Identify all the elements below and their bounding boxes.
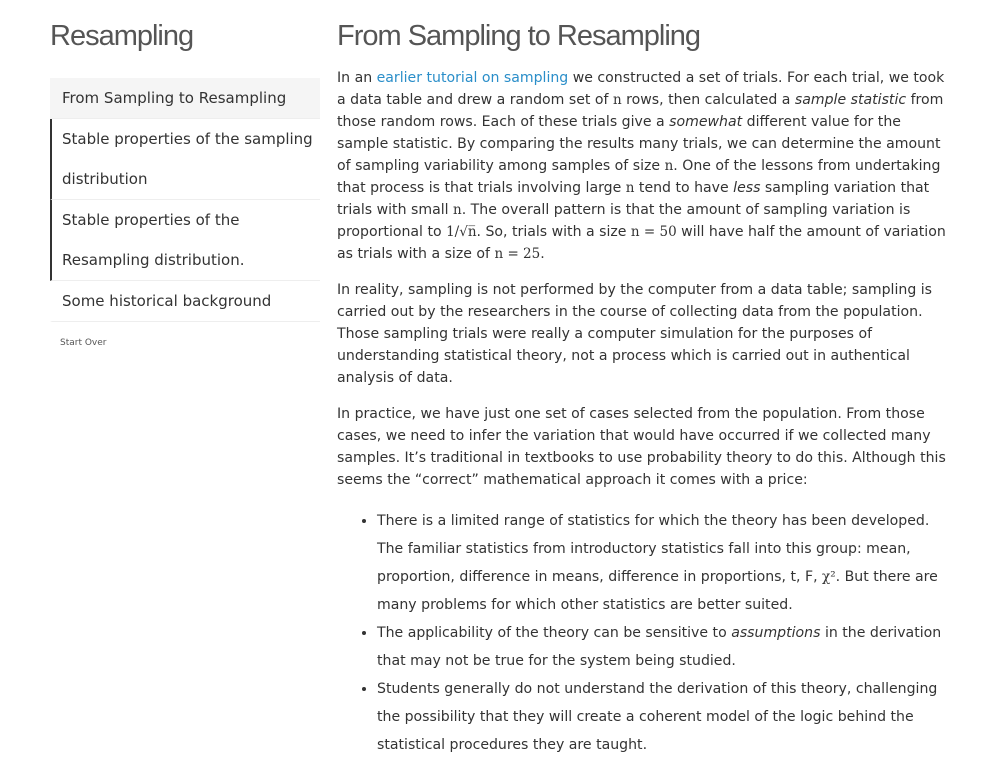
- paragraph-2: In reality, sampling is not performed by…: [337, 282, 933, 386]
- site-title: Resampling: [50, 20, 194, 52]
- emphasis: less: [733, 180, 761, 196]
- toc-item-from-sampling[interactable]: From Sampling to Resampling: [50, 78, 320, 119]
- emphasis: sample statistic: [794, 92, 907, 108]
- math-n: n: [664, 158, 674, 174]
- text: tend to have: [634, 180, 734, 196]
- math-expression: n = 50: [630, 224, 677, 240]
- text: . So, trials with a size: [476, 224, 631, 240]
- text: .: [540, 246, 545, 262]
- list-item: The applicability of the theory can be s…: [377, 619, 947, 675]
- toc-item-historical[interactable]: Some historical background: [50, 281, 320, 322]
- earlier-tutorial-link[interactable]: earlier tutorial on sampling: [377, 70, 569, 86]
- list-item: There is a limited range of statistics f…: [377, 507, 947, 619]
- emphasis: somewhat: [669, 114, 743, 130]
- math-expression: 1/√n̅: [446, 224, 477, 240]
- start-over-link[interactable]: Start Over: [60, 338, 107, 348]
- text: The applicability of the theory can be s…: [377, 625, 732, 641]
- toc-item-stable-resampling[interactable]: Stable properties of the Resampling dist…: [50, 200, 320, 281]
- math-expression: n = 25: [494, 246, 541, 262]
- text: rows, then calculated a: [621, 92, 795, 108]
- text: In an: [337, 70, 377, 86]
- page-title: From Sampling to Resampling: [337, 20, 701, 52]
- toc-item-stable-sampling[interactable]: Stable properties of the sampling distri…: [50, 119, 320, 200]
- math-chi-squared: χ²: [822, 569, 836, 585]
- math-n: n: [453, 202, 462, 218]
- paragraph-3: In practice, we have just one set of cas…: [337, 406, 946, 488]
- list-item: Students generally do not understand the…: [377, 675, 947, 759]
- article-body: In an earlier tutorial on sampling we co…: [337, 67, 947, 759]
- table-of-contents: From Sampling to Resampling Stable prope…: [50, 78, 320, 322]
- paragraph-1: In an earlier tutorial on sampling we co…: [337, 67, 947, 265]
- emphasis: assumptions: [731, 625, 821, 641]
- bullet-list: There is a limited range of statistics f…: [337, 507, 947, 759]
- math-n: n: [612, 92, 622, 108]
